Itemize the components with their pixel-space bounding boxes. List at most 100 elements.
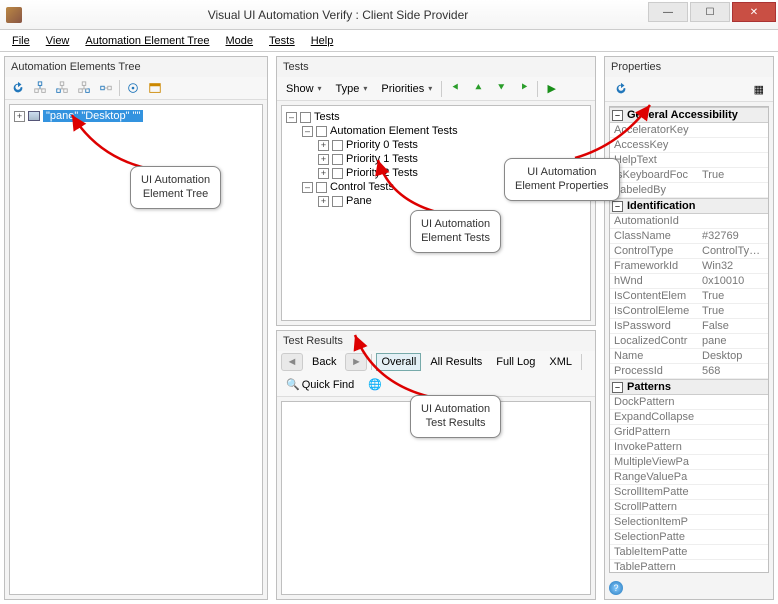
expand-icon[interactable]: + — [318, 196, 329, 207]
cat-general-accessibility[interactable]: –General Accessibility — [610, 107, 768, 123]
prop-row[interactable]: IsPasswordFalse — [610, 319, 768, 334]
refresh-props-icon[interactable] — [609, 79, 633, 99]
forward-nav-icon[interactable]: ► — [345, 353, 367, 371]
checkbox[interactable] — [332, 154, 343, 165]
open-in-browser-icon[interactable]: 🌐 — [363, 375, 387, 394]
tree-nav-next-sibling-icon[interactable] — [75, 79, 93, 97]
prop-row[interactable]: LabeledBy — [610, 183, 768, 198]
menu-bar: File View Automation Element Tree Mode T… — [0, 30, 778, 52]
back-nav-icon[interactable]: ◄ — [281, 353, 303, 371]
prop-row[interactable]: IsKeyboardFocTrue — [610, 168, 768, 183]
prop-row[interactable]: IsContentElemTrue — [610, 289, 768, 304]
cat-patterns[interactable]: –Patterns — [610, 379, 768, 395]
menu-tests[interactable]: Tests — [263, 33, 301, 49]
test-results-panel: Test Results ◄ Back ► Overall All Result… — [276, 330, 596, 600]
toolbar-separator — [119, 80, 120, 96]
prop-row[interactable]: ControlTypeControlType.Pane — [610, 244, 768, 259]
type-dropdown[interactable]: Type — [331, 80, 373, 98]
prop-row[interactable]: NameDesktop — [610, 349, 768, 364]
expand-icon[interactable]: + — [318, 140, 329, 151]
prop-row[interactable]: DockPattern — [610, 395, 768, 410]
show-dropdown[interactable]: Show — [281, 80, 327, 98]
refresh-icon[interactable] — [9, 79, 27, 97]
prop-row[interactable]: AcceleratorKey — [610, 123, 768, 138]
props-grid[interactable]: –General Accessibility AcceleratorKeyAcc… — [609, 106, 769, 573]
title-bar: Visual UI Automation Verify : Client Sid… — [0, 0, 778, 30]
menu-view[interactable]: View — [40, 33, 76, 49]
prop-row[interactable]: MultipleViewPa — [610, 455, 768, 470]
collapse-icon[interactable]: – — [612, 201, 623, 212]
checkbox[interactable] — [332, 196, 343, 207]
prop-row[interactable]: TablePattern — [610, 560, 768, 573]
checkbox[interactable] — [332, 168, 343, 179]
prop-row[interactable]: AutomationId — [610, 214, 768, 229]
prop-value: Desktop — [698, 349, 768, 363]
xml-tab[interactable]: XML — [544, 353, 577, 371]
expand-icon[interactable]: + — [318, 154, 329, 165]
close-button[interactable]: ✕ — [732, 2, 776, 22]
prop-row[interactable]: ClassName#32769 — [610, 229, 768, 244]
expand-icon[interactable]: + — [14, 111, 25, 122]
highlight-icon[interactable] — [146, 79, 164, 97]
prop-value: Win32 — [698, 259, 768, 273]
prop-row[interactable]: ProcessId568 — [610, 364, 768, 379]
prop-row[interactable]: IsControlElemeTrue — [610, 304, 768, 319]
checkbox[interactable] — [316, 182, 327, 193]
menu-help[interactable]: Help — [305, 33, 340, 49]
full-log-tab[interactable]: Full Log — [491, 353, 540, 371]
maximize-button[interactable]: ☐ — [690, 2, 730, 22]
run-icon[interactable]: ▶ — [542, 79, 560, 98]
expand-all-icon[interactable]: ▦ — [749, 80, 769, 99]
prop-row[interactable]: hWnd0x10010 — [610, 274, 768, 289]
prop-row[interactable]: SelectionItemP — [610, 515, 768, 530]
checkbox[interactable] — [316, 126, 327, 137]
tree-root-row[interactable]: + "pane" "Desktop" "" — [14, 109, 258, 123]
expand-icon[interactable]: + — [318, 168, 329, 179]
prop-row[interactable]: SelectionPatte — [610, 530, 768, 545]
cat-identification[interactable]: –Identification — [610, 198, 768, 214]
prop-row[interactable]: FrameworkIdWin32 — [610, 259, 768, 274]
prop-row[interactable]: ScrollPattern — [610, 500, 768, 515]
prop-row[interactable]: GridPattern — [610, 425, 768, 440]
prop-value: 0x10010 — [698, 274, 768, 288]
go-down-icon[interactable]: ⯆ — [492, 79, 511, 98]
help-icon[interactable]: ? — [609, 581, 623, 595]
go-left-icon[interactable]: ⯇ — [446, 79, 465, 98]
prop-value: False — [698, 319, 768, 333]
quick-find-button[interactable]: 🔍Quick Find — [281, 375, 359, 394]
collapse-icon[interactable]: – — [286, 112, 297, 123]
checkbox[interactable] — [332, 140, 343, 151]
go-right-icon[interactable]: ⯈ — [515, 79, 534, 98]
collapse-icon[interactable]: – — [302, 126, 313, 137]
checkbox[interactable] — [300, 112, 311, 123]
tree-nav-first-child-icon[interactable] — [53, 79, 71, 97]
all-results-tab[interactable]: All Results — [425, 353, 487, 371]
p0-node[interactable]: +Priority 0 Tests — [286, 138, 586, 152]
collapse-icon[interactable]: – — [612, 110, 623, 121]
prop-row[interactable]: RangeValuePa — [610, 470, 768, 485]
prop-row[interactable]: HelpText — [610, 153, 768, 168]
menu-file[interactable]: File — [6, 33, 36, 49]
menu-mode[interactable]: Mode — [220, 33, 260, 49]
prop-key: IsKeyboardFoc — [610, 168, 698, 182]
prop-row[interactable]: ExpandCollapse — [610, 410, 768, 425]
minimize-button[interactable]: — — [648, 2, 688, 22]
overall-tab[interactable]: Overall — [376, 353, 421, 371]
search-icon: 🔍 — [286, 378, 300, 391]
back-button[interactable]: Back — [307, 353, 341, 371]
tree-nav-parent-icon[interactable] — [31, 79, 49, 97]
menu-automation-element-tree[interactable]: Automation Element Tree — [79, 33, 215, 49]
prop-row[interactable]: ScrollItemPatte — [610, 485, 768, 500]
collapse-icon[interactable]: – — [612, 382, 623, 393]
collapse-icon[interactable]: – — [302, 182, 313, 193]
prop-row[interactable]: TableItemPatte — [610, 545, 768, 560]
prop-row[interactable]: AccessKey — [610, 138, 768, 153]
prop-row[interactable]: InvokePattern — [610, 440, 768, 455]
prop-row[interactable]: LocalizedContrpane — [610, 334, 768, 349]
priorities-dropdown[interactable]: Priorities — [376, 80, 437, 98]
go-up-icon[interactable]: ⯅ — [469, 79, 488, 98]
aet-node[interactable]: –Automation Element Tests — [286, 124, 586, 138]
focus-tracking-icon[interactable] — [124, 79, 142, 97]
tree-nav-prev-sibling-icon[interactable] — [97, 79, 115, 97]
tests-root[interactable]: –Tests — [286, 110, 586, 124]
